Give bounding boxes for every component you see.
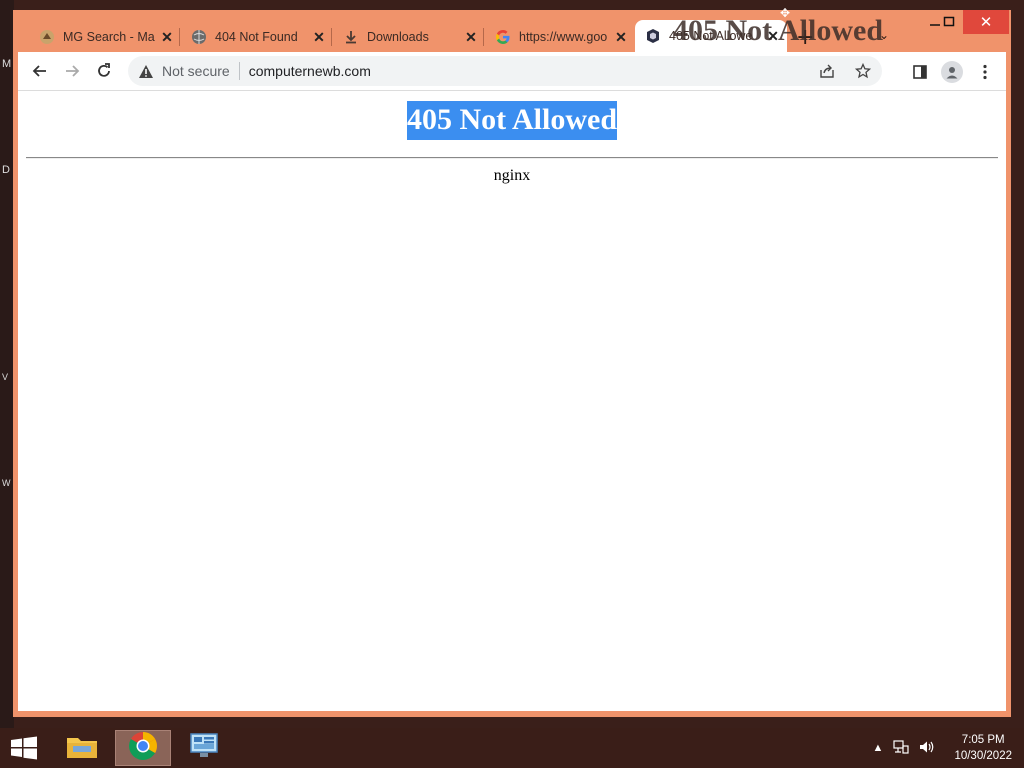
close-icon[interactable]: ✕ <box>463 29 479 46</box>
avatar <box>941 61 963 83</box>
tab-title: Downloads <box>367 30 429 44</box>
desktop-icon-label[interactable]: W <box>2 478 11 488</box>
taskbar: ▲ 7:05 PM 10/30/2022 <box>0 728 1024 768</box>
desktop-icon-label[interactable]: D <box>2 164 10 176</box>
tab-title: 404 Not Found <box>215 30 298 44</box>
drag-cursor-icon: ✥ <box>780 6 791 20</box>
taskbar-control-panel[interactable] <box>176 730 232 766</box>
network-icon[interactable] <box>893 739 910 757</box>
tab-title: https://www.goo <box>519 30 608 44</box>
tab-strip: MG Search - Ma ✕ 404 Not Found ✕ Downloa… <box>13 6 1011 54</box>
browser-window: MG Search - Ma ✕ 404 Not Found ✕ Downloa… <box>13 6 1011 717</box>
volume-icon[interactable] <box>919 740 935 757</box>
clock-time: 7:05 PM <box>961 734 1005 746</box>
close-icon[interactable]: ✕ <box>311 29 327 46</box>
tab-google[interactable]: https://www.goo ✕ <box>485 22 635 52</box>
page-favicon <box>645 28 661 44</box>
desktop-icon-label[interactable]: M <box>2 58 11 70</box>
url-text[interactable]: computernewb.com <box>249 63 371 79</box>
tab-downloads[interactable]: Downloads ✕ <box>333 22 485 52</box>
tab-divider <box>179 28 180 46</box>
globe-icon <box>191 29 207 45</box>
side-panel-button[interactable] <box>908 60 932 84</box>
selected-heading-text: 405 Not Allowed <box>407 101 617 140</box>
page-content: 405 Not Allowed nginx <box>18 90 1006 711</box>
forward-button[interactable] <box>60 59 84 83</box>
page-heading: 405 Not Allowed <box>18 99 1006 140</box>
clock-date: 10/30/2022 <box>954 750 1012 762</box>
horizontal-rule <box>26 157 998 159</box>
desktop-icon-label[interactable]: V <box>2 372 8 382</box>
omnibox-actions <box>816 60 874 82</box>
tab-divider <box>331 28 332 46</box>
mg-search-favicon <box>39 29 55 45</box>
close-icon[interactable]: ✕ <box>613 29 629 46</box>
share-icon[interactable] <box>816 60 838 82</box>
system-tray: ▲ 7:05 PM 10/30/2022 <box>868 728 1024 768</box>
google-icon <box>495 29 511 45</box>
taskbar-chrome[interactable] <box>115 730 171 766</box>
start-button[interactable] <box>10 736 38 760</box>
taskbar-file-explorer[interactable] <box>54 730 110 766</box>
tab-divider <box>483 28 484 46</box>
maximize-button[interactable] <box>931 10 967 34</box>
divider <box>238 62 240 80</box>
show-hidden-icons-icon[interactable]: ▲ <box>873 742 884 754</box>
menu-button[interactable] <box>973 60 997 84</box>
download-icon <box>343 29 359 45</box>
back-button[interactable] <box>28 59 52 83</box>
security-status-label[interactable]: Not secure <box>162 63 230 79</box>
window-drag-title: 405 Not Allowed <box>673 14 883 47</box>
browser-toolbar: Not secure computernewb.com <box>18 52 1006 90</box>
close-icon[interactable]: ✕ <box>159 29 175 46</box>
control-panel-icon <box>188 731 220 765</box>
warning-triangle-icon[interactable] <box>138 64 154 79</box>
folder-icon <box>65 732 99 764</box>
window-close-button[interactable]: ✕ <box>963 10 1009 34</box>
tab-mg-search[interactable]: MG Search - Ma ✕ <box>29 22 181 52</box>
tab-title: MG Search - Ma <box>63 30 155 44</box>
tab-404-not-found[interactable]: 404 Not Found ✕ <box>181 22 333 52</box>
clock[interactable]: 7:05 PM 10/30/2022 <box>954 732 1012 764</box>
address-bar[interactable]: Not secure computernewb.com <box>128 56 882 86</box>
bookmark-star-icon[interactable] <box>852 60 874 82</box>
server-name: nginx <box>493 167 531 184</box>
chrome-icon <box>128 731 158 765</box>
profile-button[interactable] <box>940 60 964 84</box>
desktop-edge: M D V W <box>0 0 14 728</box>
reload-button[interactable] <box>92 59 116 83</box>
